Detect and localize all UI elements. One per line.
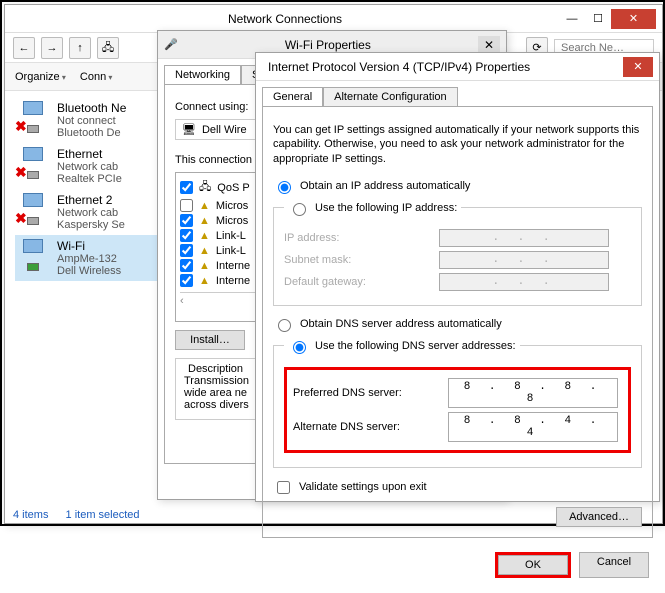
- scroll-left-icon[interactable]: ‹: [180, 295, 184, 307]
- tab-alternate[interactable]: Alternate Configuration: [323, 87, 458, 106]
- radio-dns-manual[interactable]: [293, 341, 306, 354]
- nic-mini-icon: 🖧: [199, 178, 211, 197]
- nc-titlebar: Network Connections — ☐ ✕: [5, 5, 662, 33]
- tab-general[interactable]: General: [262, 87, 323, 106]
- dns-highlight-box: Preferred DNS server:8 . 8 . 8 . 8 Alter…: [284, 367, 631, 453]
- ipv4-title: Internet Protocol Version 4 (TCP/IPv4) P…: [262, 60, 623, 74]
- ip-manual-group: Use the following IP address: IP address…: [273, 197, 642, 306]
- maximize-button[interactable]: ☐: [585, 9, 611, 29]
- minimize-button[interactable]: —: [559, 9, 585, 29]
- proto-icon: ▲: [199, 200, 210, 212]
- adapter-name: Wi-Fi: [57, 239, 121, 253]
- proto-icon: ▲: [199, 215, 210, 227]
- adapter-name: Ethernet 2: [57, 193, 125, 207]
- organize-menu[interactable]: Organize: [15, 71, 66, 83]
- adapter-name: Ethernet: [57, 147, 122, 161]
- proto-icon: ▲: [199, 275, 210, 287]
- item-chk[interactable]: [180, 229, 193, 242]
- tab-networking[interactable]: Networking: [164, 65, 241, 84]
- item-chk[interactable]: [180, 259, 193, 272]
- item-chk[interactable]: [180, 199, 193, 212]
- subnet-mask-label: Subnet mask:: [284, 254, 439, 266]
- disabled-x-icon: ✖: [15, 118, 27, 135]
- forward-button[interactable]: →: [41, 37, 63, 59]
- disabled-x-icon: ✖: [15, 210, 27, 227]
- nc-title: Network Connections: [11, 12, 559, 26]
- info-text: You can get IP settings assigned automat…: [273, 123, 642, 166]
- proto-icon: ▲: [199, 230, 210, 242]
- status-selected: 1 item selected: [66, 509, 140, 521]
- gateway-input: . . .: [439, 273, 609, 291]
- alternate-dns-label: Alternate DNS server:: [293, 421, 448, 433]
- back-button[interactable]: ←: [13, 37, 35, 59]
- ip-address-label: IP address:: [284, 232, 439, 244]
- description-label: Description: [184, 363, 247, 375]
- radio-ip-auto[interactable]: [278, 181, 291, 194]
- advanced-button[interactable]: Advanced…: [556, 507, 642, 527]
- ipv4-titlebar: Internet Protocol Version 4 (TCP/IPv4) P…: [256, 53, 659, 81]
- ok-button[interactable]: OK: [498, 555, 568, 575]
- wifi-close-button[interactable]: ✕: [478, 36, 500, 54]
- cancel-button[interactable]: Cancel: [579, 552, 649, 578]
- adapter-name: Bluetooth Ne: [57, 101, 126, 115]
- radio-ip-manual[interactable]: [293, 203, 306, 216]
- breadcrumb-icon[interactable]: 🖧: [97, 37, 119, 59]
- ipv4-properties-window: Internet Protocol Version 4 (TCP/IPv4) P…: [255, 52, 660, 502]
- item-chk[interactable]: [180, 244, 193, 257]
- item-chk[interactable]: [180, 181, 193, 194]
- alternate-dns-input[interactable]: 8 . 8 . 4 . 4: [448, 412, 618, 442]
- subnet-mask-input: . . .: [439, 251, 609, 269]
- adapter-icon: ✖: [17, 147, 49, 179]
- nic-icon: 🖥: [182, 123, 196, 136]
- wifi-title: Wi-Fi Properties: [178, 38, 478, 52]
- audio-icon: 🎤: [164, 38, 178, 51]
- preferred-dns-label: Preferred DNS server:: [293, 387, 448, 399]
- dns-manual-group: Use the following DNS server addresses: …: [273, 335, 642, 468]
- status-item-count: 4 items: [13, 509, 48, 521]
- proto-icon: ▲: [199, 260, 210, 272]
- adapter-icon: [17, 239, 49, 271]
- status-bar: 4 items 1 item selected: [13, 509, 154, 521]
- adapter-icon: ✖: [17, 101, 49, 133]
- radio-dns-auto[interactable]: [278, 319, 291, 332]
- gateway-label: Default gateway:: [284, 276, 439, 288]
- validate-label: Validate settings upon exit: [299, 481, 427, 493]
- ipv4-close-button[interactable]: ✕: [623, 57, 653, 77]
- proto-icon: ▲: [199, 245, 210, 257]
- preferred-dns-input[interactable]: 8 . 8 . 8 . 8: [448, 378, 618, 408]
- close-button[interactable]: ✕: [611, 9, 656, 29]
- ip-address-input: . . .: [439, 229, 609, 247]
- disabled-x-icon: ✖: [15, 164, 27, 181]
- connect-menu[interactable]: Conn: [80, 71, 113, 83]
- item-chk[interactable]: [180, 274, 193, 287]
- validate-checkbox[interactable]: [277, 481, 290, 494]
- up-button[interactable]: ↑: [69, 37, 91, 59]
- install-button[interactable]: Install…: [175, 330, 245, 350]
- adapter-icon: ✖: [17, 193, 49, 225]
- item-chk[interactable]: [180, 214, 193, 227]
